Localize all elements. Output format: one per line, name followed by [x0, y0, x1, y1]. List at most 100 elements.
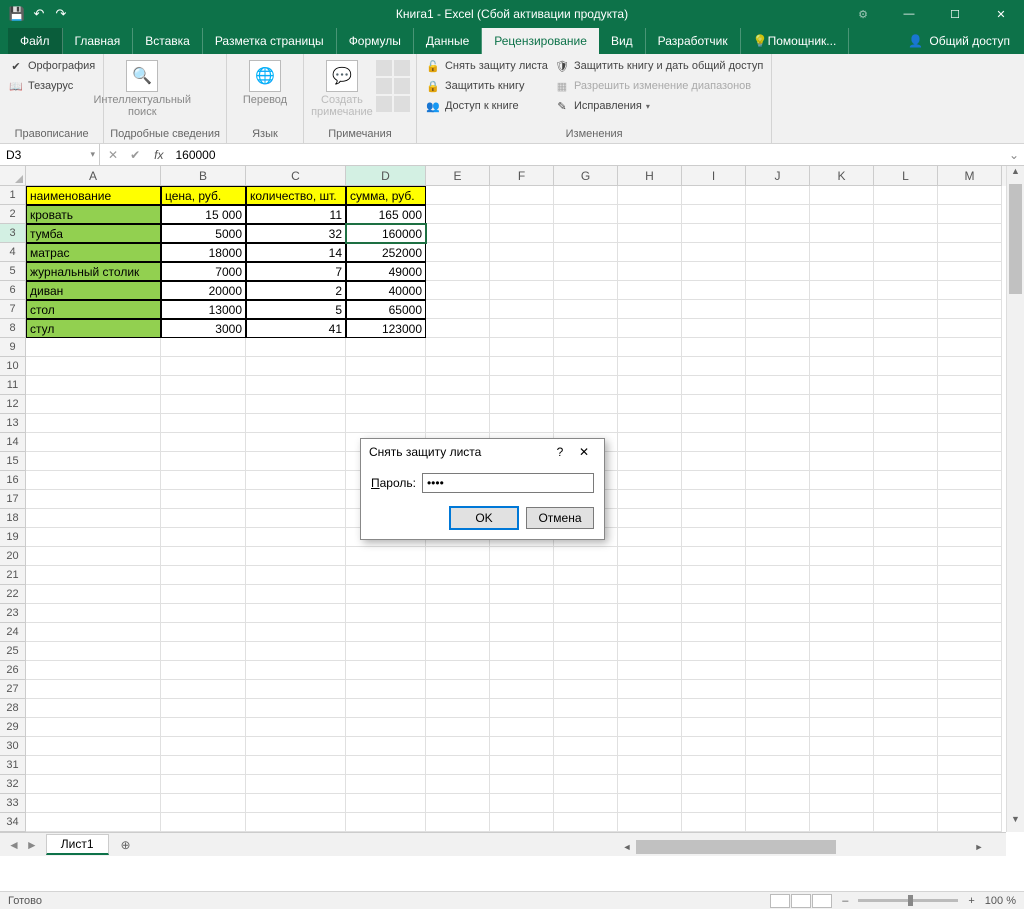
cell[interactable]: 13000 [161, 300, 246, 319]
cell[interactable] [682, 224, 746, 243]
tab-home[interactable]: Главная [63, 28, 134, 54]
cell[interactable] [161, 376, 246, 395]
cell[interactable] [490, 604, 554, 623]
cell[interactable] [746, 395, 810, 414]
cell[interactable] [874, 262, 938, 281]
cell[interactable] [874, 414, 938, 433]
row-header[interactable]: 13 [0, 414, 26, 433]
fx-icon[interactable]: fx [148, 144, 169, 165]
cell[interactable] [746, 452, 810, 471]
new-comment-button[interactable]: 💬 Создать примечание [310, 56, 374, 118]
cell[interactable] [682, 813, 746, 832]
cell[interactable] [246, 680, 346, 699]
cell[interactable] [682, 433, 746, 452]
zoom-in-icon[interactable]: + [968, 895, 974, 907]
col-header-C[interactable]: C [246, 166, 346, 186]
row-header[interactable]: 1 [0, 186, 26, 205]
cell[interactable]: тумба [26, 224, 161, 243]
cell[interactable] [682, 281, 746, 300]
cell[interactable] [618, 376, 682, 395]
cell[interactable] [554, 756, 618, 775]
cell[interactable] [246, 566, 346, 585]
cell[interactable] [682, 794, 746, 813]
col-header-F[interactable]: F [490, 166, 554, 186]
cell[interactable] [746, 813, 810, 832]
cell[interactable] [874, 604, 938, 623]
cell[interactable] [246, 737, 346, 756]
cell[interactable] [618, 775, 682, 794]
cell[interactable] [346, 585, 426, 604]
cell[interactable] [874, 680, 938, 699]
cell[interactable] [426, 224, 490, 243]
cell[interactable]: кровать [26, 205, 161, 224]
cell[interactable] [874, 623, 938, 642]
cell[interactable] [938, 509, 1002, 528]
cell[interactable] [161, 642, 246, 661]
cell[interactable]: журнальный столик [26, 262, 161, 281]
cell[interactable] [161, 547, 246, 566]
cell[interactable] [938, 452, 1002, 471]
row-header[interactable]: 16 [0, 471, 26, 490]
cell[interactable] [426, 319, 490, 338]
share-workbook-button[interactable]: 👥Доступ к книге [423, 96, 550, 116]
row-header[interactable]: 28 [0, 699, 26, 718]
cell[interactable] [746, 357, 810, 376]
cell[interactable] [618, 300, 682, 319]
cell[interactable] [246, 585, 346, 604]
cell[interactable] [810, 718, 874, 737]
cell[interactable] [746, 338, 810, 357]
allow-ranges-button[interactable]: ▦Разрешить изменение диапазонов [552, 76, 765, 96]
cell[interactable] [426, 262, 490, 281]
dialog-close-button[interactable]: ✕ [572, 445, 596, 459]
dialog-help-button[interactable]: ? [548, 445, 572, 459]
cell[interactable] [938, 604, 1002, 623]
cell[interactable] [938, 737, 1002, 756]
cell[interactable] [426, 775, 490, 794]
cell[interactable] [490, 395, 554, 414]
cell[interactable] [346, 680, 426, 699]
cell[interactable] [810, 623, 874, 642]
cell[interactable] [426, 547, 490, 566]
cell[interactable] [490, 262, 554, 281]
row-header[interactable]: 2 [0, 205, 26, 224]
cell[interactable] [346, 395, 426, 414]
cell[interactable] [246, 604, 346, 623]
cell[interactable] [490, 224, 554, 243]
cell[interactable] [618, 262, 682, 281]
cell[interactable] [346, 813, 426, 832]
cell[interactable] [938, 623, 1002, 642]
cell[interactable] [426, 205, 490, 224]
cell[interactable] [810, 319, 874, 338]
normal-view-icon[interactable] [770, 894, 790, 908]
row-header[interactable]: 5 [0, 262, 26, 281]
cell[interactable] [246, 775, 346, 794]
cell[interactable] [746, 509, 810, 528]
cell[interactable] [554, 395, 618, 414]
cell[interactable]: 11 [246, 205, 346, 224]
cell[interactable] [874, 376, 938, 395]
tab-tellme[interactable]: 💡 Помощник... [741, 28, 850, 54]
cell[interactable] [938, 794, 1002, 813]
cell[interactable] [618, 319, 682, 338]
cell[interactable] [426, 737, 490, 756]
cell[interactable] [938, 661, 1002, 680]
cell[interactable] [618, 547, 682, 566]
cell[interactable] [426, 661, 490, 680]
cell[interactable] [938, 566, 1002, 585]
cell[interactable] [618, 243, 682, 262]
cell[interactable] [810, 414, 874, 433]
cell[interactable] [346, 699, 426, 718]
cell[interactable] [874, 471, 938, 490]
cell[interactable] [346, 338, 426, 357]
col-header-L[interactable]: L [874, 166, 938, 186]
cell[interactable] [161, 623, 246, 642]
row-header[interactable]: 34 [0, 813, 26, 832]
cell[interactable]: 123000 [346, 319, 426, 338]
cell[interactable] [26, 623, 161, 642]
cell[interactable] [938, 528, 1002, 547]
cell[interactable] [682, 186, 746, 205]
cell[interactable] [810, 186, 874, 205]
cell[interactable] [938, 433, 1002, 452]
cell[interactable] [490, 794, 554, 813]
cell[interactable] [938, 357, 1002, 376]
